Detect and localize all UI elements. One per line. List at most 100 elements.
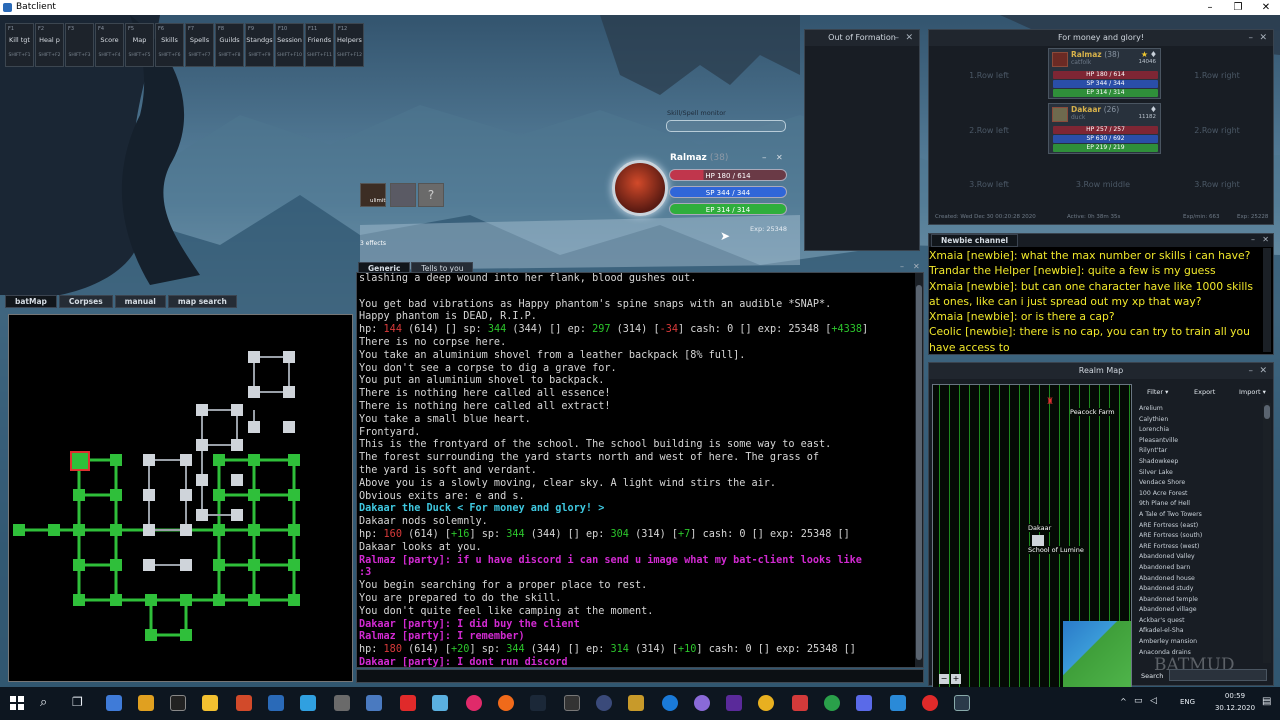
pdf-icon[interactable] xyxy=(400,695,416,711)
chrome-icon[interactable] xyxy=(758,695,774,711)
tab-corpses[interactable]: Corpses xyxy=(58,295,113,308)
close-icon[interactable]: ✕ xyxy=(1259,30,1267,46)
place-list-item[interactable]: 9th Plane of Hell xyxy=(1139,499,1263,510)
zoom-in-button[interactable]: + xyxy=(951,674,961,684)
close-icon[interactable]: ✕ xyxy=(776,153,783,162)
hotkey-f8[interactable]: F8 Guilds SHIFT+F8 xyxy=(215,23,244,67)
tab-map-search[interactable]: map search xyxy=(167,295,237,308)
app-icon[interactable] xyxy=(726,695,742,711)
place-list-item[interactable]: Abandoned village xyxy=(1139,605,1263,616)
hotkey-f10[interactable]: F10 Session SHIFT+F10 xyxy=(275,23,304,67)
search-icon[interactable]: ⌕ xyxy=(40,695,47,710)
hotkey-f1[interactable]: F1 Kill tgt SHIFT+F1 xyxy=(5,23,34,67)
close-button[interactable]: ✕ xyxy=(1252,0,1280,15)
place-list-item[interactable]: Shadowkeep xyxy=(1139,457,1263,468)
clock-date[interactable]: 30.12.2020 xyxy=(1212,704,1258,712)
place-list-item[interactable]: Anaconda drains xyxy=(1139,648,1263,659)
task-view-icon[interactable]: ❐ xyxy=(72,695,83,709)
slot-3-row-right[interactable]: 3.Row right xyxy=(1167,180,1267,189)
close-icon[interactable]: ✕ xyxy=(913,262,920,271)
minimize-icon[interactable]: – xyxy=(1249,363,1254,379)
import-button[interactable]: Import ▾ xyxy=(1239,388,1266,396)
tab-manual[interactable]: manual xyxy=(114,295,166,308)
steam-icon[interactable] xyxy=(530,695,546,711)
hotkey-f9[interactable]: F9 Standgs SHIFT+F9 xyxy=(245,23,274,67)
place-list-item[interactable]: Abandoned study xyxy=(1139,584,1263,595)
save-icon[interactable] xyxy=(106,695,122,711)
newbie-scrollbar[interactable] xyxy=(1263,248,1271,352)
hotkey-f4[interactable]: F4 Score SHIFT+F4 xyxy=(95,23,124,67)
slot-3-row-left[interactable]: 3.Row left xyxy=(939,180,1039,189)
place-search-input[interactable] xyxy=(1169,669,1267,681)
hotkey-f7[interactable]: F7 Spells SHIFT+F7 xyxy=(185,23,214,67)
effect-icon[interactable]: ulimit xyxy=(360,183,386,207)
filter-button[interactable]: Filter ▾ xyxy=(1147,388,1168,396)
place-list-item[interactable]: ARE Fortress (south) xyxy=(1139,531,1263,542)
place-list-item[interactable]: Amberley mansion xyxy=(1139,637,1263,648)
language-indicator[interactable]: ENG xyxy=(1180,698,1195,706)
windows-start-icon[interactable] xyxy=(10,696,24,710)
export-button[interactable]: Export xyxy=(1194,388,1215,396)
slot-1-row-left[interactable]: 1.Row left xyxy=(939,71,1039,80)
slot-1-row-right[interactable]: 1.Row right xyxy=(1167,71,1267,80)
place-list-item[interactable]: Arelium xyxy=(1139,404,1263,415)
hotkey-f6[interactable]: F6 Skills SHIFT+F6 xyxy=(155,23,184,67)
close-icon[interactable]: ✕ xyxy=(1259,363,1267,379)
place-list-item[interactable]: Lorenchia xyxy=(1139,425,1263,436)
volume-icon[interactable]: ◁ xyxy=(1150,696,1157,706)
hotkey-f2[interactable]: F2 Heal p SHIFT+F2 xyxy=(35,23,64,67)
git-icon[interactable] xyxy=(236,695,252,711)
effect-icon[interactable] xyxy=(390,183,416,207)
place-list-item[interactable]: 100 Acre Forest xyxy=(1139,489,1263,500)
slot-2-row-left[interactable]: 2.Row left xyxy=(939,126,1039,135)
music-icon[interactable] xyxy=(466,695,482,711)
app-icon[interactable] xyxy=(792,695,808,711)
calendar-icon[interactable] xyxy=(300,695,316,711)
store-icon[interactable] xyxy=(138,695,154,711)
place-list-item[interactable]: Vendace Shore xyxy=(1139,478,1263,489)
paint-icon[interactable] xyxy=(366,695,382,711)
unknown-effect-icon[interactable]: ? xyxy=(418,183,444,207)
browser-icon[interactable] xyxy=(498,695,514,711)
tab-newbie-channel[interactable]: Newbie channel xyxy=(931,234,1019,247)
minimize-button[interactable]: – xyxy=(1196,0,1224,15)
tray-arrow-icon[interactable]: ^ xyxy=(1120,697,1127,706)
place-list-item[interactable]: ARE Fortress (west) xyxy=(1139,542,1263,553)
hotkey-f11[interactable]: F11 Friends SHIFT+F11 xyxy=(305,23,334,67)
hotkey-f12[interactable]: F12 Helpers SHIFT+F12 xyxy=(335,23,364,67)
notes-icon[interactable] xyxy=(432,695,448,711)
vscode-icon[interactable] xyxy=(890,695,906,711)
place-list-item[interactable]: A Tale of Two Towers xyxy=(1139,510,1263,521)
place-list-item[interactable]: Pleasantville xyxy=(1139,436,1263,447)
tab-batmap[interactable]: batMap xyxy=(5,295,57,308)
place-list-item[interactable]: Abandoned temple xyxy=(1139,595,1263,606)
close-icon[interactable]: ✕ xyxy=(905,30,913,46)
settings-icon[interactable] xyxy=(334,695,350,711)
place-list-item[interactable]: Afkadel-el-Sha xyxy=(1139,626,1263,637)
slot-2-row-right[interactable]: 2.Row right xyxy=(1167,126,1267,135)
terminal-icon[interactable] xyxy=(564,695,580,711)
discord-icon[interactable] xyxy=(856,695,872,711)
party-member-card[interactable]: Dakaar (26) ♦ duck 11182 HP 257 / 257 SP… xyxy=(1048,103,1161,154)
app-icon[interactable] xyxy=(628,695,644,711)
folder-icon[interactable] xyxy=(202,695,218,711)
clock-time[interactable]: 00:59 xyxy=(1212,692,1258,700)
maximize-button[interactable]: ❐ xyxy=(1224,0,1252,15)
slot-3-row-middle[interactable]: 3.Row middle xyxy=(1053,180,1153,189)
telegram-icon[interactable] xyxy=(662,695,678,711)
zoom-out-button[interactable]: − xyxy=(939,674,949,684)
minimize-icon[interactable]: – xyxy=(895,30,900,46)
realm-map-view[interactable]: ♜ Peacock Farm Dakaar School of Lumine −… xyxy=(932,384,1132,688)
network-icon[interactable]: ▭ xyxy=(1134,696,1143,706)
place-list-item[interactable]: Calythien xyxy=(1139,415,1263,426)
app-icon[interactable] xyxy=(596,695,612,711)
console-scrollbar[interactable] xyxy=(915,273,923,667)
minimize-icon[interactable]: – xyxy=(1251,235,1255,244)
app-icon[interactable] xyxy=(268,695,284,711)
place-list-item[interactable]: Ackbar's quest xyxy=(1139,616,1263,627)
hotkey-f5[interactable]: F5 Map SHIFT+F5 xyxy=(125,23,154,67)
close-icon[interactable]: ✕ xyxy=(1262,235,1269,244)
app-icon[interactable] xyxy=(694,695,710,711)
party-member-card[interactable]: Ralmaz (38) ★ ♦ catfolk 14046 HP 180 / 6… xyxy=(1048,48,1161,99)
terminal-icon[interactable] xyxy=(170,695,186,711)
